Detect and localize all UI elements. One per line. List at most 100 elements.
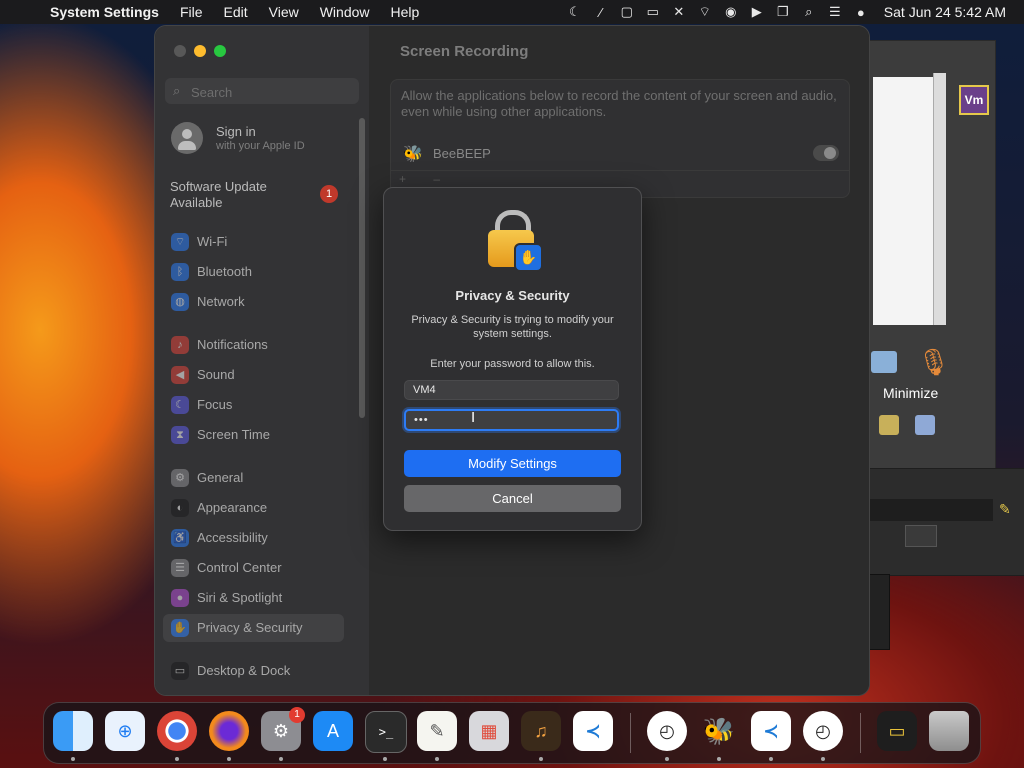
control-center-status-icon[interactable]: ☰ bbox=[822, 4, 848, 20]
firefox-icon[interactable] bbox=[209, 711, 249, 751]
beebeep-icon[interactable]: 🐝 bbox=[699, 711, 739, 751]
apple-id-signin[interactable]: Sign in with your Apple ID bbox=[171, 122, 361, 158]
sidebar-item-desktop-dock[interactable]: ▭ Desktop & Dock bbox=[163, 657, 344, 685]
sidebar-item-label: Bluetooth bbox=[197, 264, 252, 279]
screen-recording-description: Allow the applications below to record t… bbox=[401, 88, 837, 119]
update-badge: 1 bbox=[320, 185, 338, 203]
mute-status-icon[interactable]: ✕ bbox=[666, 4, 692, 20]
broom-icon[interactable]: ✎ bbox=[999, 501, 1011, 518]
display-status-icon[interactable]: ▭ bbox=[640, 4, 666, 20]
zoom-button[interactable] bbox=[214, 45, 226, 57]
trash-icon[interactable] bbox=[929, 711, 969, 751]
menu-edit[interactable]: Edit bbox=[224, 4, 248, 20]
safari-icon[interactable]: ⊕ bbox=[105, 711, 145, 751]
window-status-icon[interactable]: ▢ bbox=[614, 4, 640, 20]
background-app-scrollbar[interactable] bbox=[933, 73, 946, 325]
background-app-toolbar-button[interactable] bbox=[905, 525, 937, 547]
vscode-icon-2[interactable]: ≺ bbox=[751, 711, 791, 751]
modify-settings-button[interactable]: Modify Settings bbox=[404, 450, 621, 477]
sidebar-item-label: Privacy & Security bbox=[197, 620, 303, 635]
beebeep-toggle[interactable] bbox=[813, 145, 839, 161]
app-store-icon[interactable]: A bbox=[313, 711, 353, 751]
siri-icon: ● bbox=[171, 589, 189, 607]
running-indicator bbox=[383, 757, 387, 761]
sidebar-item-siri-spotlight[interactable]: ● Siri & Spotlight bbox=[163, 584, 344, 612]
minimize-label[interactable]: Minimize bbox=[883, 385, 938, 401]
clock-icon[interactable]: ◴ bbox=[647, 711, 687, 751]
search-field[interactable]: ⌕ bbox=[165, 78, 359, 104]
sidebar-item-appearance[interactable]: ◐ Appearance bbox=[163, 494, 344, 522]
screenshot-icon[interactable]: ▭ bbox=[877, 711, 917, 751]
cancel-button[interactable]: Cancel bbox=[404, 485, 621, 512]
microphone-icon[interactable]: 🎙 bbox=[917, 347, 950, 378]
menu-app-name[interactable]: System Settings bbox=[50, 4, 159, 20]
sidebar-item-notifications[interactable]: ♪ Notifications bbox=[163, 331, 344, 359]
notes-icon[interactable] bbox=[879, 415, 899, 435]
sidebar-scrollbar[interactable] bbox=[359, 118, 365, 418]
sidebar-item-sound[interactable]: ◀ Sound bbox=[163, 361, 344, 389]
menu-help[interactable]: Help bbox=[391, 4, 420, 20]
dialog-message: Privacy & Security is trying to modify y… bbox=[411, 314, 614, 340]
running-indicator bbox=[71, 757, 75, 761]
running-indicator bbox=[435, 757, 439, 761]
sidebar-item-screen-time[interactable]: ⧗ Screen Time bbox=[163, 421, 344, 449]
dock-separator bbox=[860, 713, 861, 753]
sidebar-item-privacy-security[interactable]: ✋ Privacy & Security bbox=[163, 614, 344, 642]
clock-icon-2[interactable]: ◴ bbox=[803, 711, 843, 751]
running-indicator bbox=[279, 757, 283, 761]
text-cursor-icon: I bbox=[471, 409, 476, 426]
sidebar-item-label: Network bbox=[197, 294, 245, 309]
garageband-icon[interactable]: ♫ bbox=[521, 711, 561, 751]
menu-window[interactable]: Window bbox=[320, 4, 370, 20]
add-remove-buttons[interactable]: + – bbox=[399, 172, 452, 186]
sidebar-item-label: Notifications bbox=[197, 337, 268, 352]
sidebar-item-label: Focus bbox=[197, 397, 233, 412]
running-indicator bbox=[717, 757, 721, 761]
username-field[interactable] bbox=[404, 380, 619, 400]
finder-icon[interactable] bbox=[53, 711, 93, 751]
vscode-icon[interactable]: ≺ bbox=[573, 711, 613, 751]
search-icon: ⌕ bbox=[173, 83, 181, 98]
sidebar-item-network[interactable]: ◍ Network bbox=[163, 288, 344, 316]
moon-status-icon[interactable]: ☾ bbox=[562, 4, 588, 20]
sidebar-item-label: Siri & Spotlight bbox=[197, 590, 283, 605]
vm-button[interactable]: Vm bbox=[959, 85, 989, 115]
running-indicator bbox=[175, 757, 179, 761]
sidebar-item-control-center[interactable]: ☰ Control Center bbox=[163, 554, 344, 582]
password-field[interactable] bbox=[404, 409, 619, 431]
running-indicator bbox=[539, 757, 543, 761]
wifi-icon: ⌔ bbox=[171, 233, 189, 251]
dock-icon: ▭ bbox=[171, 662, 189, 680]
system-settings-icon[interactable]: ⚙ 1 bbox=[261, 707, 305, 751]
divider bbox=[391, 170, 849, 171]
user-status-icon[interactable]: ◉ bbox=[718, 4, 744, 20]
siri-status-icon[interactable]: ● bbox=[848, 5, 874, 20]
app-name: BeeBEEP bbox=[433, 146, 491, 161]
bluetooth-icon: ᛒ bbox=[171, 263, 189, 281]
windows-icon[interactable] bbox=[915, 415, 935, 435]
sidebar-item-general[interactable]: ⚙ General bbox=[163, 464, 344, 492]
terminal-icon[interactable]: >_ bbox=[365, 711, 407, 753]
search-input[interactable] bbox=[189, 81, 353, 103]
sidebar-item-focus[interactable]: ☾ Focus bbox=[163, 391, 344, 419]
wifi-status-icon[interactable]: ⌔ bbox=[692, 4, 718, 20]
menu-clock[interactable]: Sat Jun 24 5:42 AM bbox=[884, 4, 1006, 20]
play-status-icon[interactable]: ▶ bbox=[744, 4, 770, 20]
chrome-icon[interactable] bbox=[157, 711, 197, 751]
menu-file[interactable]: File bbox=[180, 4, 203, 20]
sidebar-item-wifi[interactable]: ⌔ Wi-Fi bbox=[163, 228, 344, 256]
textedit-icon[interactable]: ✎ bbox=[417, 711, 457, 751]
sidebar-item-bluetooth[interactable]: ᛒ Bluetooth bbox=[163, 258, 344, 286]
launchpad-icon[interactable]: ▦ bbox=[469, 711, 509, 751]
background-app-input[interactable] bbox=[869, 499, 993, 521]
forward-icon[interactable] bbox=[871, 351, 897, 373]
close-button[interactable] bbox=[174, 45, 186, 57]
software-update-item[interactable]: Software Update Available 1 bbox=[170, 179, 360, 211]
screens-status-icon[interactable]: ❐ bbox=[770, 4, 796, 20]
menu-view[interactable]: View bbox=[269, 4, 299, 20]
no-wifi-status-icon[interactable]: ⁄ bbox=[588, 5, 614, 20]
minimize-button[interactable] bbox=[194, 45, 206, 57]
running-indicator bbox=[821, 757, 825, 761]
spotlight-status-icon[interactable]: ⌕ bbox=[796, 4, 822, 20]
sidebar-item-accessibility[interactable]: ♿ Accessibility bbox=[163, 524, 344, 552]
